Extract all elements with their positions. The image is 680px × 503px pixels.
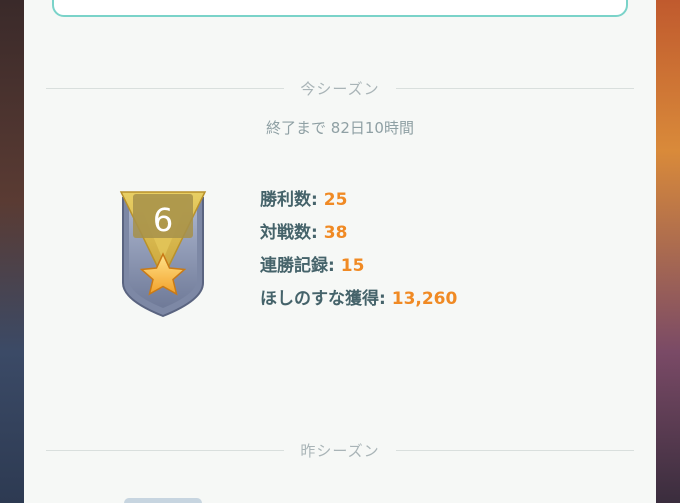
background-left — [0, 0, 24, 503]
season-panel[interactable]: 今シーズン 終了まで 82日10時間 6 勝利数: 25 対戦数: 38 連勝記… — [24, 0, 656, 503]
rank-number: 6 — [153, 201, 173, 239]
stat-value: 25 — [323, 190, 348, 210]
last-season-header: 昨シーズン — [46, 440, 635, 460]
stat-value: 13,260 — [391, 289, 458, 309]
season-stats: 勝利数: 25 対戦数: 38 連勝記録: 15 ほしのすな獲得: 13,260 — [260, 188, 457, 320]
last-season-badge-stub — [124, 498, 202, 503]
rank-shield-icon: 6 — [119, 191, 207, 318]
rank-badge: 6 — [97, 188, 229, 323]
stat-label: 対戦数: — [260, 223, 318, 243]
divider-right — [395, 87, 635, 89]
divider-right — [395, 449, 635, 451]
background-right — [656, 0, 680, 503]
stat-stardust: ほしのすな獲得: 13,260 — [260, 287, 457, 320]
stat-label: ほしのすな獲得: — [260, 289, 386, 309]
top-card[interactable] — [52, 0, 628, 17]
stat-value: 38 — [323, 223, 348, 243]
this-season-header: 今シーズン — [46, 78, 635, 98]
stat-battles: 対戦数: 38 — [260, 221, 457, 254]
stat-label: 連勝記録: — [260, 256, 335, 276]
divider-left — [46, 87, 285, 89]
last-season-title: 昨シーズン — [300, 441, 380, 460]
divider-left — [46, 449, 285, 451]
season-countdown: 終了まで 82日10時間 — [266, 119, 414, 137]
stat-win-streak: 連勝記録: 15 — [260, 254, 457, 287]
stat-value: 15 — [340, 256, 365, 276]
this-season-title: 今シーズン — [300, 79, 380, 98]
stat-label: 勝利数: — [260, 190, 318, 210]
stat-wins: 勝利数: 25 — [260, 188, 457, 221]
